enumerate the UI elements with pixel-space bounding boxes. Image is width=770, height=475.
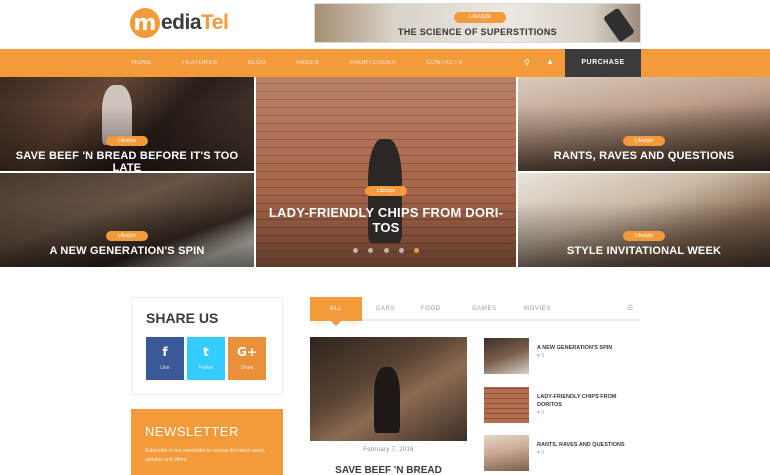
- category-tabs: All Cars Food Games Movies: [310, 297, 640, 326]
- comment-count: 0: [541, 353, 545, 359]
- twitter-icon: t: [203, 345, 209, 359]
- post-thumbnail[interactable]: [484, 338, 529, 374]
- hero-tile-1[interactable]: Lifestyle SAVE BEEF 'N BREAD BEFORE IT'S…: [0, 77, 254, 171]
- list-view-icon[interactable]: ☰: [627, 304, 633, 312]
- logo-text: ediaTel: [161, 11, 229, 35]
- post-title[interactable]: SAVE BEEF 'N BREAD: [310, 465, 467, 475]
- tab-food[interactable]: Food: [421, 297, 441, 321]
- site-header: m ediaTel Lifestyle THE SCIENCE OF SUPER…: [0, 0, 770, 49]
- post-meta: ♥ 0: [537, 353, 545, 359]
- category-badge[interactable]: Lifestyle: [365, 186, 407, 196]
- person-image: [374, 367, 400, 433]
- slider-dots: [256, 240, 516, 258]
- slider-dot-active[interactable]: [414, 248, 420, 253]
- category-badge[interactable]: Lifestyle: [623, 136, 665, 146]
- list-item[interactable]: A NEW GENERATION'S SPIN ♥ 0: [484, 338, 640, 378]
- post-title[interactable]: A NEW GENERATION'S SPIN: [537, 344, 637, 352]
- post-meta: ♥ 0: [537, 410, 545, 416]
- newsletter-widget: NEWSLETTER Subscribe to our newsletter t…: [131, 409, 283, 475]
- slider-dot[interactable]: [352, 248, 358, 253]
- facebook-icon: f: [162, 345, 168, 359]
- list-item[interactable]: RANTS, RAVES AND QUESTIONS ♥ 0: [484, 435, 640, 475]
- tile-title[interactable]: A NEW GENERATION'S SPIN: [0, 245, 254, 257]
- tab-cars[interactable]: Cars: [376, 297, 395, 321]
- tab-games[interactable]: Games: [472, 297, 497, 321]
- search-icon[interactable]: ⚲: [524, 58, 534, 68]
- ad-banner[interactable]: Lifestyle THE SCIENCE OF SUPERSTITIONS: [314, 3, 641, 43]
- purchase-button[interactable]: PURCHASE: [565, 49, 641, 77]
- google-plus-icon: G+: [237, 345, 257, 359]
- site-logo[interactable]: m ediaTel: [130, 6, 229, 40]
- newsletter-text: Subscribe to our newsletter to receive t…: [145, 448, 265, 463]
- nav-item-shortcodes[interactable]: Shortcodes: [349, 60, 396, 66]
- banner-title: THE SCIENCE OF SUPERSTITIONS: [398, 27, 557, 37]
- post-meta: ♥ 0: [537, 450, 545, 456]
- slider-dot[interactable]: [368, 248, 374, 253]
- facebook-button[interactable]: f Like: [146, 337, 184, 380]
- hero-tile-2[interactable]: Lifestyle A NEW GENERATION'S SPIN: [0, 173, 254, 267]
- tab-movies[interactable]: Movies: [524, 297, 551, 321]
- google-plus-count: Share: [240, 365, 254, 371]
- comment-count: 0: [541, 410, 545, 416]
- tile-title[interactable]: STYLE INVITATIONAL WEEK: [518, 245, 770, 257]
- google-plus-button[interactable]: G+ Share: [228, 337, 266, 380]
- nav-item-blog[interactable]: Blog: [248, 60, 267, 66]
- active-tab-arrow: [331, 321, 341, 326]
- post-title[interactable]: RANTS, RAVES AND QUESTIONS: [537, 441, 637, 449]
- nav-item-contacts[interactable]: Contacts: [426, 60, 463, 66]
- nav-item-home[interactable]: Home: [132, 60, 152, 66]
- logo-text-a: edia: [161, 11, 202, 34]
- user-icon[interactable]: ▲: [546, 57, 554, 66]
- tile-title[interactable]: RANTS, RAVES AND QUESTIONS: [518, 150, 770, 162]
- slider-dot[interactable]: [383, 248, 389, 253]
- main-nav: Home Features Blog Pages Shortcodes Cont…: [0, 49, 770, 77]
- post-thumbnail[interactable]: [484, 435, 529, 471]
- hero-tile-3[interactable]: Lifestyle RANTS, RAVES AND QUESTIONS: [518, 77, 770, 171]
- phone-image: [603, 7, 635, 42]
- nav-item-pages[interactable]: Pages: [296, 60, 319, 66]
- nav-menu: Home Features Blog Pages Shortcodes Cont…: [132, 49, 493, 77]
- hero-tile-4[interactable]: Lifestyle STYLE INVITATIONAL WEEK: [518, 173, 770, 267]
- hero-tile-main[interactable]: Lifestyle LADY-FRIENDLY CHIPS FROM DORI-…: [256, 77, 516, 267]
- banner-badge: Lifestyle: [454, 12, 506, 23]
- tile-title[interactable]: SAVE BEEF 'N BREAD BEFORE IT'S TOO LATE: [0, 150, 254, 171]
- post-date: February 7, 2016: [363, 447, 414, 453]
- list-item[interactable]: LADY-FRIENDLY CHIPS FROM DORITOS ♥ 0: [484, 387, 640, 427]
- featured-post-image[interactable]: [310, 337, 467, 441]
- comment-count: 0: [541, 450, 545, 456]
- share-title: SHARE US: [146, 310, 219, 326]
- post-title[interactable]: LADY-FRIENDLY CHIPS FROM DORITOS: [537, 393, 637, 409]
- twitter-count: Follow: [198, 365, 214, 371]
- category-badge[interactable]: Lifestyle: [106, 136, 148, 146]
- slider-dot[interactable]: [398, 248, 404, 253]
- share-widget: SHARE US f Like t Follow G+ Share: [131, 297, 283, 395]
- category-badge[interactable]: Lifestyle: [106, 231, 148, 241]
- logo-text-b: Tel: [201, 11, 229, 34]
- tile-title[interactable]: LADY-FRIENDLY CHIPS FROM DORI-TOS: [256, 205, 516, 235]
- newsletter-title: NEWSLETTER: [145, 424, 239, 439]
- facebook-count: Like: [160, 365, 170, 371]
- logo-mark: m: [130, 8, 160, 38]
- post-thumbnail[interactable]: [484, 387, 529, 423]
- hero-grid: Lifestyle SAVE BEEF 'N BREAD BEFORE IT'S…: [0, 77, 770, 267]
- tab-all[interactable]: All: [310, 297, 362, 321]
- category-badge[interactable]: Lifestyle: [623, 231, 665, 241]
- twitter-button[interactable]: t Follow: [187, 337, 225, 380]
- nav-item-features[interactable]: Features: [182, 60, 218, 66]
